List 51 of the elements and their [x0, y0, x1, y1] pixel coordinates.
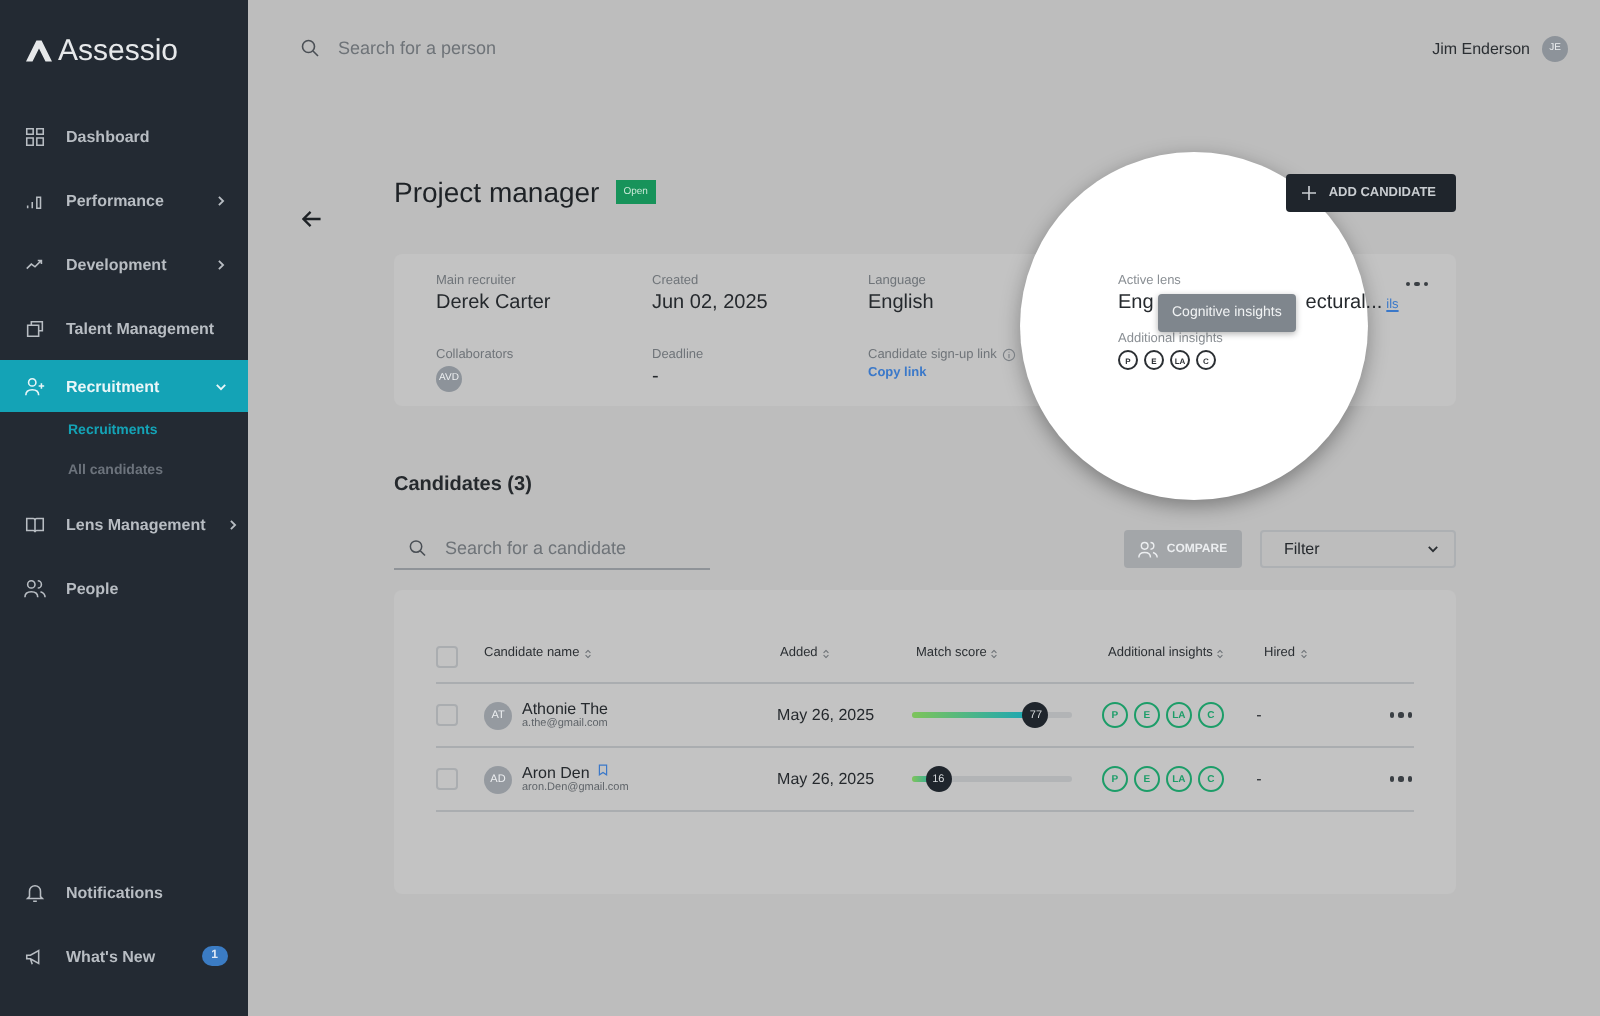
sort-icon[interactable]	[1216, 647, 1225, 659]
sidebar-item[interactable]: Notifications	[0, 860, 248, 924]
table-cell-text: May 26, 2025	[777, 706, 877, 724]
nav-icon	[24, 125, 46, 147]
field-value: Derek Carter	[436, 292, 553, 314]
nav-icon	[24, 513, 46, 535]
sidebar-item[interactable]: Development	[0, 232, 248, 296]
table-cell-text: May 26, 2025	[777, 770, 877, 788]
nav-icon	[24, 375, 46, 397]
field-value: Eng	[1118, 292, 1154, 314]
field-value: Jun 02, 2025	[652, 292, 770, 314]
sort-icon[interactable]	[821, 647, 830, 659]
field-value: English	[868, 292, 936, 314]
candidate-name: Aron Den	[522, 764, 590, 782]
sidebar-item[interactable]: Performance	[0, 168, 248, 232]
sort-icon[interactable]	[583, 647, 592, 659]
field-value: ectural...	[1305, 292, 1383, 314]
checkbox[interactable]	[436, 704, 458, 726]
sidebar-item[interactable]: Lens Management	[0, 492, 248, 556]
page-title: Project manager	[394, 176, 600, 208]
field-value: -	[652, 365, 661, 387]
logo-text: Assessio	[58, 33, 179, 67]
sort-icon[interactable]	[1299, 647, 1308, 659]
chevron-down-icon	[1426, 542, 1440, 556]
candidate-name: Athonie The	[522, 700, 608, 718]
logo-icon	[26, 39, 52, 61]
sidebar-item[interactable]: Dashboard	[0, 104, 248, 168]
more-icon[interactable]	[1387, 709, 1414, 721]
sidebar-item[interactable]: People	[0, 556, 248, 620]
more-icon[interactable]	[1387, 773, 1414, 785]
nav-icon	[24, 577, 46, 599]
people-icon	[1138, 539, 1159, 559]
search-icon	[300, 38, 320, 58]
nav-icon	[24, 881, 46, 903]
section-title: Candidates (3)	[394, 474, 534, 496]
search-field[interactable]: Search for a person	[338, 38, 618, 58]
search-field[interactable]: Search for a candidate	[444, 538, 710, 558]
table-cell-text: -	[1256, 706, 1264, 724]
sidebar-item[interactable]: Talent Management	[0, 296, 248, 360]
plus-icon	[1302, 185, 1317, 199]
nav-icon	[24, 317, 46, 339]
filter-dropdown[interactable]: Filter	[1260, 530, 1456, 568]
more-icon[interactable]	[1403, 278, 1430, 290]
search-icon	[408, 538, 427, 558]
sort-icon[interactable]	[990, 647, 999, 659]
info-icon[interactable]	[1002, 347, 1017, 361]
table-cell-text: -	[1256, 770, 1264, 788]
checkbox[interactable]	[436, 646, 458, 668]
user-name: Jim Enderson	[1432, 39, 1530, 57]
back-arrow-icon[interactable]	[302, 210, 322, 228]
checkbox[interactable]	[436, 768, 458, 790]
